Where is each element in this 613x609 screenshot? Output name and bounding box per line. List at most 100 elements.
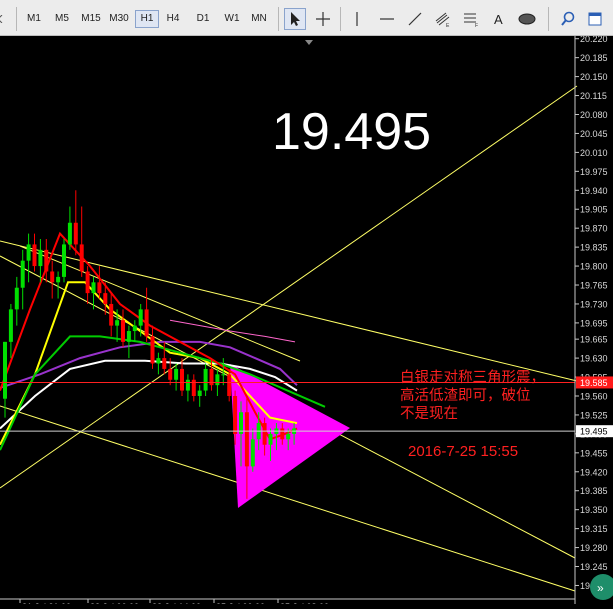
- price-tick-label: 19.560: [580, 391, 608, 401]
- candle-body: [20, 260, 25, 288]
- timeframe-m1[interactable]: M1: [24, 10, 44, 28]
- candle-body: [244, 412, 249, 467]
- price-tick-label: 19.630: [580, 354, 608, 364]
- channel-icon[interactable]: E: [432, 8, 454, 30]
- price-tick-label: 20.150: [580, 72, 608, 82]
- candle-body: [115, 320, 120, 326]
- cursor-icon[interactable]: [284, 8, 306, 30]
- price-tick-label: 20.115: [580, 91, 607, 101]
- candle-body: [185, 379, 190, 391]
- candle-body: [44, 249, 49, 272]
- candle-body: [38, 249, 43, 267]
- candle-body: [14, 287, 19, 310]
- candle-body: [126, 331, 131, 342]
- search-icon[interactable]: [557, 8, 579, 30]
- price-chart[interactable]: 20.220 20.185 20.150 20.115 20.080 20.045 20.0…: [0, 34, 613, 609]
- candle-body: [26, 244, 31, 261]
- candle-body: [233, 395, 238, 434]
- price-tick-label: 20.080: [580, 110, 608, 120]
- annotation-line-2: 高活低渣即可，破位: [400, 387, 531, 404]
- chart-toolbar: M1 M5 M15 M30 H1 H4 D1 W1 MN E F A: [0, 0, 613, 36]
- timeframe-m30[interactable]: M30: [106, 10, 132, 28]
- candle-body: [286, 433, 291, 440]
- timeframe-m15[interactable]: M15: [78, 10, 104, 28]
- candle-body: [150, 336, 155, 364]
- price-tick-label: 20.185: [580, 53, 608, 63]
- chart-canvas[interactable]: 20.220 20.185 20.150 20.115 20.080 20.045 20.0…: [0, 34, 613, 609]
- candle-body: [109, 303, 114, 326]
- fibonacci-icon[interactable]: F: [460, 8, 482, 30]
- candle-body: [197, 390, 202, 396]
- timeframe-m5[interactable]: M5: [52, 10, 72, 28]
- price-tick-label: 20.010: [580, 148, 608, 158]
- price-tick-label: 19.420: [580, 467, 608, 477]
- price-tick-label: 19.455: [580, 448, 608, 458]
- candle-body: [239, 412, 243, 434]
- candle-body: [73, 222, 78, 245]
- candle-body: [121, 320, 125, 342]
- candle-body: [227, 374, 232, 396]
- trendline-icon[interactable]: [404, 8, 426, 30]
- price-tick-label: 19.695: [580, 318, 608, 328]
- timeframe-h1[interactable]: H1: [135, 10, 159, 28]
- candle-body: [268, 433, 273, 445]
- timeframe-w1[interactable]: W1: [221, 10, 243, 28]
- price-tick-label: 20.220: [580, 36, 608, 44]
- candle-body: [103, 293, 108, 304]
- timeframe-d1[interactable]: D1: [193, 10, 213, 28]
- price-tick-label: 19.905: [580, 205, 608, 215]
- timeframe-h4[interactable]: H4: [163, 10, 183, 28]
- candle-body: [156, 358, 161, 364]
- candle-body: [91, 282, 96, 294]
- candle-body: [67, 222, 72, 245]
- candle-body: [280, 428, 285, 440]
- candle-body: [168, 368, 173, 380]
- price-tick-label: 19.975: [580, 167, 608, 177]
- svg-text:A: A: [494, 12, 503, 27]
- candle-body: [97, 282, 102, 294]
- price-tick-label: 19.525: [580, 410, 608, 420]
- candle-body: [62, 244, 66, 277]
- candle-body: [221, 374, 226, 376]
- toolbar-scroll-left[interactable]: [0, 13, 6, 25]
- price-tick-label: 19.350: [580, 505, 608, 515]
- price-tick-label: 19.385: [580, 486, 608, 496]
- candle-body: [79, 244, 84, 272]
- crosshair-icon[interactable]: [312, 8, 334, 30]
- price-tick-label: 19.665: [580, 335, 608, 345]
- price-tick-label: 19.940: [580, 186, 608, 196]
- price-tick-label: 19.730: [580, 299, 608, 309]
- candle-body: [215, 374, 220, 386]
- scroll-end-icon: »: [597, 581, 604, 595]
- horizontal-line-icon[interactable]: [376, 8, 398, 30]
- candle-body: [250, 439, 255, 467]
- price-tick-label: 19.315: [580, 524, 608, 534]
- svg-text:F: F: [475, 23, 478, 27]
- price-tick-label: 19.245: [580, 562, 608, 572]
- candle-body: [174, 368, 179, 380]
- annotation-timestamp: 2016-7-25 15:55: [408, 443, 518, 460]
- price-tick-label: 20.045: [580, 129, 608, 139]
- svg-text:E: E: [446, 23, 450, 27]
- candle-body: [50, 271, 55, 283]
- candle-body: [262, 423, 267, 445]
- text-icon[interactable]: A: [488, 8, 510, 30]
- price-tick-label: 19.835: [580, 243, 608, 253]
- candle-body: [56, 276, 61, 283]
- big-price-label: 19.495: [272, 103, 431, 161]
- price-label-text: 19.585: [580, 378, 608, 388]
- candle-body: [132, 325, 137, 332]
- ellipse-icon[interactable]: [516, 8, 538, 30]
- candle-body: [144, 309, 149, 337]
- candle-body: [180, 368, 184, 391]
- candle-body: [138, 309, 143, 326]
- candle-body: [3, 341, 7, 399]
- window-icon[interactable]: [584, 8, 606, 30]
- price-tick-label: 19.870: [580, 224, 608, 234]
- candle-body: [203, 368, 208, 391]
- price-tick-label: 19.800: [580, 262, 608, 272]
- timeframe-mn[interactable]: MN: [247, 10, 271, 28]
- annotation-line-1: 白银走对称三角形震，: [400, 369, 545, 386]
- vertical-line-icon[interactable]: [346, 8, 368, 30]
- price-label-text: 19.495: [580, 427, 608, 437]
